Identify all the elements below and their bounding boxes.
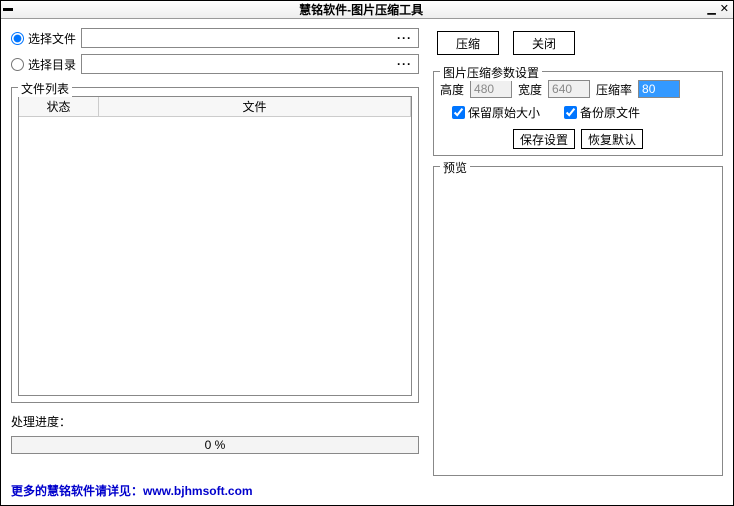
- window-title: 慧铭软件-图片压缩工具: [15, 1, 707, 18]
- radio-select-file-label: 选择文件: [28, 30, 76, 47]
- col-status[interactable]: 状态: [19, 97, 99, 116]
- preview-area: [440, 175, 716, 469]
- dir-path-input[interactable]: ···: [81, 54, 419, 74]
- save-settings-button[interactable]: 保存设置: [513, 129, 575, 149]
- filelist-body[interactable]: [19, 117, 411, 395]
- radio-select-file[interactable]: 选择文件: [11, 30, 81, 47]
- radio-select-dir-input[interactable]: [11, 58, 24, 71]
- preview-group: 预览: [433, 166, 723, 476]
- close-icon[interactable]: ✕: [720, 4, 729, 15]
- preview-title: 预览: [440, 159, 470, 176]
- backup-checkbox[interactable]: 备份原文件: [564, 104, 640, 121]
- filelist-group: 文件列表 状态 文件: [11, 87, 419, 403]
- compress-button[interactable]: 压缩: [437, 31, 499, 55]
- filelist-title: 文件列表: [18, 80, 72, 97]
- keep-size-label: 保留原始大小: [468, 104, 540, 121]
- params-title: 图片压缩参数设置: [440, 64, 542, 81]
- ratio-label: 压缩率: [596, 81, 632, 98]
- file-path-input[interactable]: ···: [81, 28, 419, 48]
- backup-input[interactable]: [564, 106, 577, 119]
- filelist-table[interactable]: 状态 文件: [18, 96, 412, 396]
- radio-select-file-input[interactable]: [11, 32, 24, 45]
- progress-text: 0 %: [205, 438, 226, 452]
- sys-menu-icon[interactable]: [1, 8, 15, 12]
- radio-select-dir[interactable]: 选择目录: [11, 56, 81, 73]
- params-group: 图片压缩参数设置 高度 宽度 压缩率 保留原始大小: [433, 71, 723, 156]
- progress-bar: 0 %: [11, 436, 419, 454]
- app-window: 慧铭软件-图片压缩工具 ▁ ✕ 选择文件 ···: [0, 0, 734, 506]
- ratio-input[interactable]: [638, 80, 680, 98]
- filelist-header: 状态 文件: [19, 97, 411, 117]
- keep-size-input[interactable]: [452, 106, 465, 119]
- height-input: [470, 80, 512, 98]
- titlebar: 慧铭软件-图片压缩工具 ▁ ✕: [1, 1, 733, 19]
- footer-url[interactable]: www.bjhmsoft.com: [143, 484, 253, 498]
- footer-prefix: 更多的慧铭软件请详见：: [11, 484, 143, 498]
- width-label: 宽度: [518, 81, 542, 98]
- restore-default-button[interactable]: 恢复默认: [581, 129, 643, 149]
- backup-label: 备份原文件: [580, 104, 640, 121]
- browse-dir-icon[interactable]: ···: [395, 57, 414, 71]
- progress-label: 处理进度：: [11, 413, 419, 430]
- keep-size-checkbox[interactable]: 保留原始大小: [452, 104, 540, 121]
- col-file[interactable]: 文件: [99, 97, 411, 116]
- content-area: 选择文件 ··· 选择目录 ··· 文件列表: [1, 19, 733, 505]
- minimize-icon[interactable]: ▁: [707, 4, 715, 15]
- footer-link: 更多的慧铭软件请详见：www.bjhmsoft.com: [11, 482, 723, 499]
- width-input: [548, 80, 590, 98]
- close-button[interactable]: 关闭: [513, 31, 575, 55]
- radio-select-dir-label: 选择目录: [28, 56, 76, 73]
- height-label: 高度: [440, 81, 464, 98]
- browse-file-icon[interactable]: ···: [395, 31, 414, 45]
